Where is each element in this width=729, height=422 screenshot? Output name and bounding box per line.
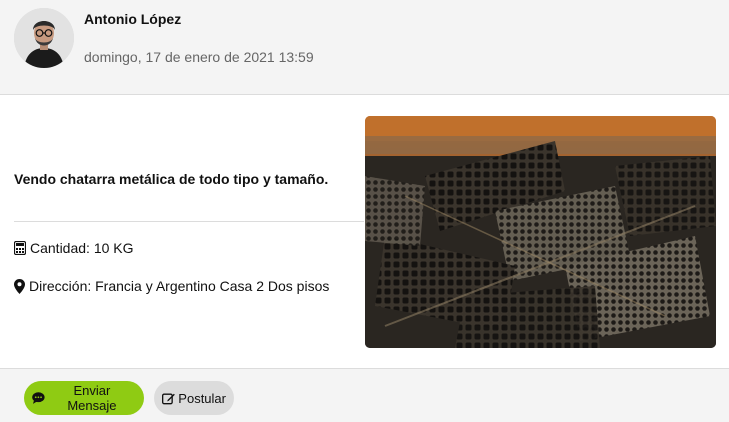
divider xyxy=(14,221,364,222)
address-text: Dirección: Francia y Argentino Casa 2 Do… xyxy=(29,278,330,294)
address-row: Dirección: Francia y Argentino Casa 2 Do… xyxy=(14,278,329,294)
comment-dots-icon xyxy=(32,392,45,404)
author-name: Antonio López xyxy=(84,11,182,27)
post-actions: Enviar Mensaje Postular xyxy=(0,368,729,422)
edit-icon xyxy=(162,393,175,404)
apply-button[interactable]: Postular xyxy=(154,381,234,415)
calculator-icon xyxy=(14,241,26,255)
post-image[interactable] xyxy=(365,116,716,348)
post-title: Vendo chatarra metálica de todo tipo y t… xyxy=(14,171,329,187)
send-message-label: Enviar Mensaje xyxy=(67,383,117,413)
map-marker-icon xyxy=(14,278,25,294)
post-date: domingo, 17 de enero de 2021 13:59 xyxy=(84,49,314,65)
apply-label: Postular xyxy=(178,390,226,406)
avatar[interactable] xyxy=(14,8,74,68)
send-message-button[interactable]: Enviar Mensaje xyxy=(24,381,144,415)
post-header: Antonio López domingo, 17 de enero de 20… xyxy=(0,0,729,95)
quantity-row: Cantidad: 10 KG xyxy=(14,240,134,256)
quantity-text: Cantidad: 10 KG xyxy=(30,240,134,256)
